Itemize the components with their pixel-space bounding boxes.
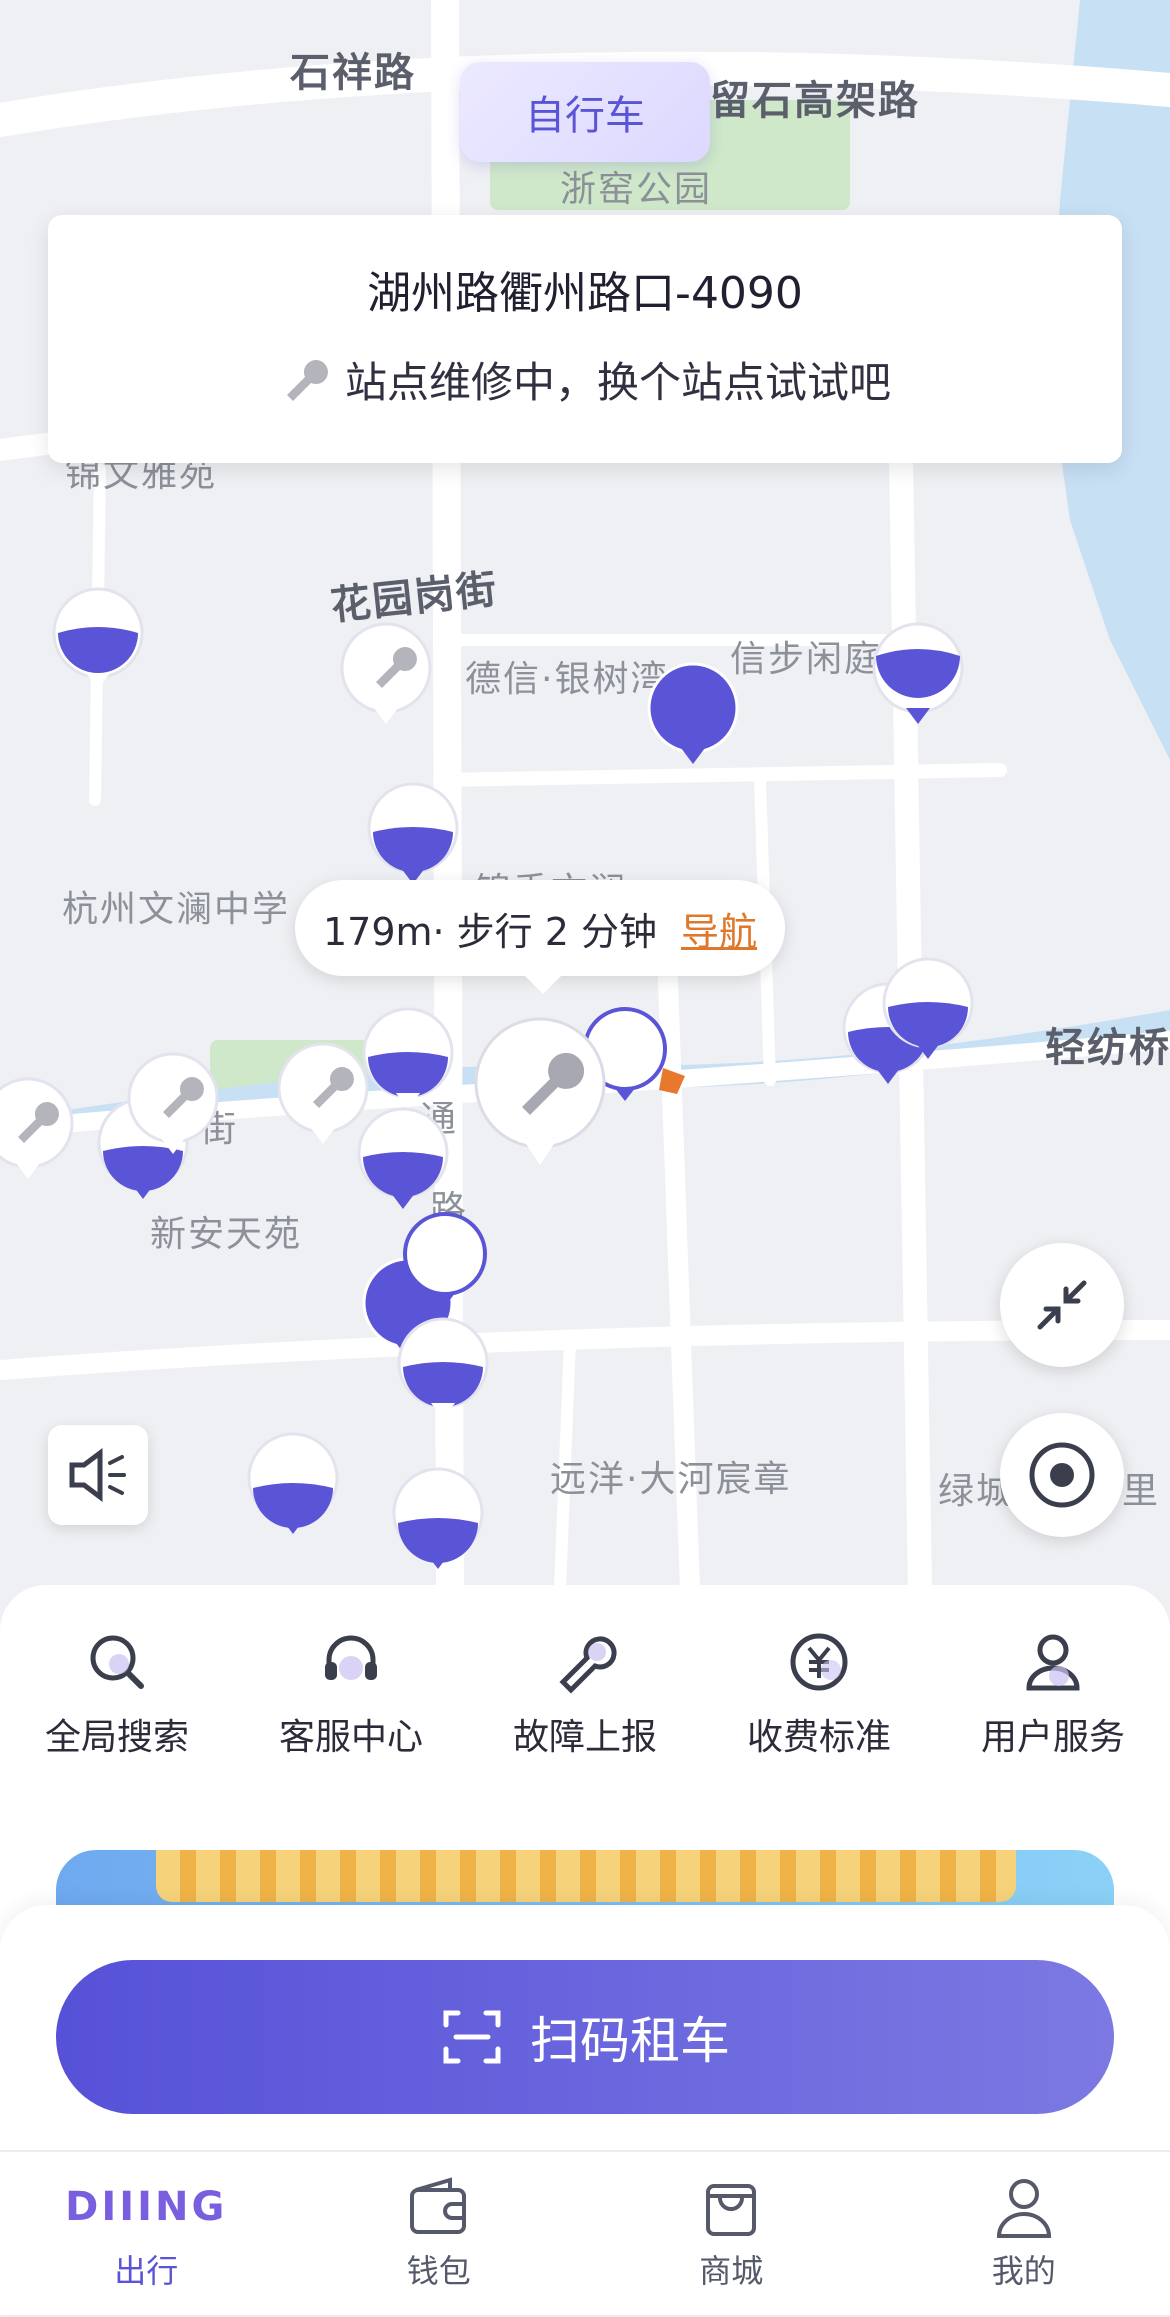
maintenance-pin[interactable] [338, 620, 434, 730]
wrench-icon [553, 1630, 617, 1694]
maintenance-pin[interactable] [275, 1040, 371, 1150]
station-pin[interactable] [360, 1005, 456, 1115]
tab-label: 商城 [699, 2246, 763, 2292]
station-title: 湖州路衢州路口-4090 [48, 257, 1122, 321]
quick-actions: 全局搜索 客服中心 故障上报 收费标准 用户服务 [0, 1630, 1170, 1760]
locate-icon [1024, 1437, 1100, 1513]
station-pin[interactable] [245, 1430, 341, 1540]
map-label: 石祥路 [290, 40, 416, 98]
station-pin[interactable] [395, 1315, 491, 1425]
quick-action-label: 故障上报 [513, 1708, 657, 1760]
maintenance-pin[interactable] [0, 1075, 76, 1185]
map-label: 新安天苑 [150, 1205, 302, 1257]
station-pin[interactable] [880, 955, 976, 1065]
map-view[interactable]: 石祥路 留石高架路 浙窑公园 锦文雅苑 花园岗街 德信·银树湾 信步闲庭 杭州文… [0, 0, 1170, 1590]
selected-maintenance-pin[interactable] [470, 1015, 610, 1175]
station-pin[interactable] [870, 620, 966, 730]
shopping-bag-icon [698, 2174, 764, 2240]
navigate-link[interactable]: 导航 [681, 901, 757, 956]
walk-distance-text: 179m· 步行 2 分钟 [323, 901, 657, 956]
pricing-button[interactable]: 收费标准 [702, 1630, 936, 1760]
quick-action-label: 全局搜索 [45, 1708, 189, 1760]
search-icon [85, 1630, 149, 1694]
station-info-card[interactable]: 湖州路衢州路口-4090 站点维修中，换个站点试试吧 [48, 215, 1122, 463]
scan-to-rent-button[interactable]: 扫码租车 [56, 1960, 1114, 2114]
quick-action-label: 用户服务 [981, 1708, 1125, 1760]
tab-label: 出行 [114, 2246, 178, 2292]
scan-button-label: 扫码租车 [530, 2001, 730, 2073]
station-pin[interactable] [645, 660, 741, 770]
walk-distance-bubble: 179m· 步行 2 分钟 导航 [295, 880, 785, 976]
tab-mall[interactable]: 商城 [585, 2152, 878, 2317]
wrench-icon [279, 355, 329, 405]
yuan-icon [787, 1630, 851, 1694]
map-label: 里 [1122, 1462, 1160, 1514]
tab-travel[interactable]: DIIING 出行 [0, 2152, 293, 2317]
locate-me-button[interactable] [1000, 1413, 1124, 1537]
logo-icon: DIIING [65, 2174, 227, 2240]
tab-mine[interactable]: 我的 [878, 2152, 1170, 2317]
tab-wallet[interactable]: 钱包 [293, 2152, 586, 2317]
vehicle-mode-toggle[interactable]: 自行车 [460, 62, 710, 162]
map-label: 信步闲庭 [730, 630, 882, 682]
map-label: 留石高架路 [710, 68, 920, 126]
station-pin[interactable] [390, 1465, 486, 1575]
map-label: 轻纺桥 [1045, 1015, 1170, 1073]
station-pin[interactable] [365, 780, 461, 890]
customer-service-button[interactable]: 客服中心 [234, 1630, 468, 1760]
speaker-icon [66, 1447, 130, 1503]
user-service-button[interactable]: 用户服务 [936, 1630, 1170, 1760]
user-location-marker [655, 1062, 691, 1098]
maintenance-pin[interactable] [125, 1050, 221, 1160]
tab-label: 我的 [992, 2246, 1056, 2292]
station-pin-empty[interactable] [400, 1210, 490, 1310]
station-status: 站点维修中，换个站点试试吧 [48, 349, 1122, 410]
bottom-tab-bar: DIIING 出行 钱包 商城 我的 [0, 2150, 1170, 2317]
voice-broadcast-button[interactable] [48, 1425, 148, 1525]
map-label: 远洋·大河宸章 [550, 1450, 791, 1502]
quick-action-label: 收费标准 [747, 1708, 891, 1760]
banner-awning [156, 1850, 1016, 1902]
quick-action-label: 客服中心 [279, 1708, 423, 1760]
station-status-text: 站点维修中，换个站点试试吧 [345, 349, 891, 410]
profile-icon [991, 2174, 1057, 2240]
collapse-icon [1030, 1273, 1094, 1337]
tab-label: 钱包 [407, 2246, 471, 2292]
map-label: 德信·银树湾 [465, 650, 668, 702]
map-label: 杭州文澜中学 [62, 880, 290, 932]
user-icon [1021, 1630, 1085, 1694]
headset-icon [319, 1630, 383, 1694]
scan-icon [440, 2005, 504, 2069]
fault-report-button[interactable]: 故障上报 [468, 1630, 702, 1760]
station-pin[interactable] [50, 585, 146, 695]
collapse-button[interactable] [1000, 1243, 1124, 1367]
global-search-button[interactable]: 全局搜索 [0, 1630, 234, 1760]
map-label: 浙窑公园 [560, 160, 712, 212]
wallet-icon [406, 2174, 472, 2240]
